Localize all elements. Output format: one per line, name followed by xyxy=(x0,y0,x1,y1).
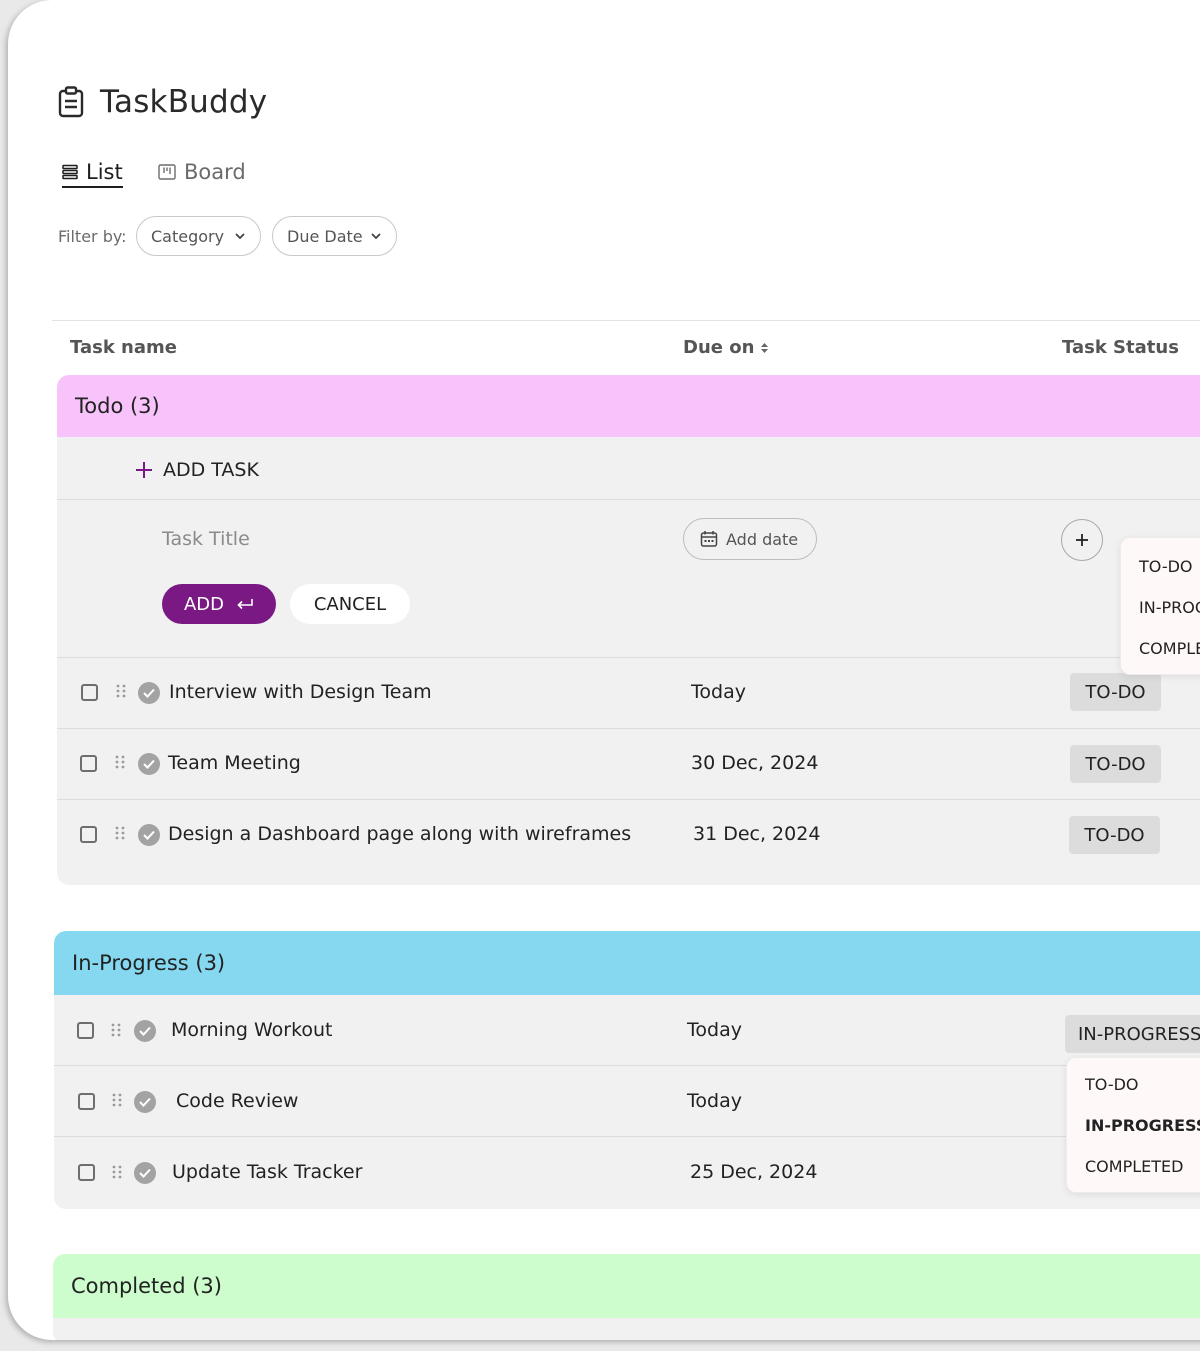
filter-label: Filter by: xyxy=(58,227,127,246)
add-date-button[interactable]: Add date xyxy=(683,518,817,560)
add-button[interactable]: ADD xyxy=(162,584,276,624)
status-dropdown-menu: TO-DO IN-PROGRESS COMPLETED xyxy=(1066,1057,1200,1193)
todo-section-title: Todo (3) xyxy=(75,394,160,418)
in-progress-section-title: In-Progress (3) xyxy=(72,951,226,975)
row-checkbox[interactable] xyxy=(77,1022,94,1039)
status-badge[interactable]: IN-PROGRESS xyxy=(1065,1015,1200,1053)
task-due-date: 31 Dec, 2024 xyxy=(693,823,821,845)
app-window: TaskBuddy List Board Filter by: Category… xyxy=(8,0,1200,1340)
plus-icon xyxy=(136,462,152,478)
status-option-completed[interactable]: COMPLET xyxy=(1139,639,1200,658)
task-name: Morning Workout xyxy=(171,1019,333,1041)
task-name: Team Meeting xyxy=(168,752,301,774)
drag-handle-icon[interactable] xyxy=(110,1022,122,1038)
task-name: Code Review xyxy=(176,1090,299,1112)
in-progress-section-header[interactable]: In-Progress (3) xyxy=(54,931,1200,995)
status-option-completed[interactable]: COMPLETED xyxy=(1085,1157,1183,1176)
task-due-date: Today xyxy=(687,1090,742,1112)
clipboard-icon xyxy=(58,86,84,118)
status-dropdown-menu: TO-DO IN-PROG COMPLET xyxy=(1120,537,1200,675)
tab-list-label: List xyxy=(86,160,123,184)
drag-handle-icon[interactable] xyxy=(114,754,126,770)
app-title: TaskBuddy xyxy=(100,84,268,120)
divider xyxy=(57,499,1200,500)
row-checkbox[interactable] xyxy=(81,684,98,701)
task-due-date: 30 Dec, 2024 xyxy=(691,752,819,774)
task-due-date: Today xyxy=(687,1019,742,1041)
row-checkbox[interactable] xyxy=(80,826,97,843)
check-circle-icon[interactable] xyxy=(138,824,160,846)
board-icon xyxy=(158,164,176,180)
chevron-down-icon xyxy=(371,233,381,240)
table-row[interactable]: Interview with Design Team Today TO-DO xyxy=(57,658,1200,728)
status-option-todo[interactable]: TO-DO xyxy=(1085,1075,1139,1094)
status-option-todo[interactable]: TO-DO xyxy=(1139,557,1193,576)
table-row[interactable]: Morning Workout Today IN-PROGRESS xyxy=(54,995,1200,1065)
add-task-button[interactable]: ADD TASK xyxy=(135,459,259,481)
column-task-status: Task Status xyxy=(1062,337,1179,358)
column-due-on[interactable]: Due on xyxy=(683,337,769,358)
row-checkbox[interactable] xyxy=(78,1164,95,1181)
column-due-on-label: Due on xyxy=(683,337,755,358)
task-title-input[interactable]: Task Title xyxy=(162,528,250,550)
cancel-button[interactable]: CANCEL xyxy=(290,584,410,624)
task-name: Interview with Design Team xyxy=(169,681,432,703)
drag-handle-icon[interactable] xyxy=(111,1092,123,1108)
task-due-date: 25 Dec, 2024 xyxy=(690,1161,818,1183)
header-divider xyxy=(52,320,1200,321)
category-filter-label: Category xyxy=(151,226,225,246)
chevron-down-icon xyxy=(235,233,245,240)
table-row[interactable]: Team Meeting 30 Dec, 2024 TO-DO xyxy=(57,728,1200,799)
table-row[interactable]: Design a Dashboard page along with wiref… xyxy=(57,799,1200,870)
list-icon xyxy=(62,164,78,180)
task-name: Update Task Tracker xyxy=(172,1161,363,1183)
enter-icon xyxy=(237,599,253,610)
column-task-name: Task name xyxy=(70,337,177,358)
completed-section-title: Completed (3) xyxy=(71,1274,222,1298)
row-checkbox[interactable] xyxy=(80,755,97,772)
add-date-label: Add date xyxy=(726,529,799,549)
table-row[interactable]: Update Task Tracker 25 Dec, 2024 xyxy=(54,1136,1200,1207)
drag-handle-icon[interactable] xyxy=(114,825,126,841)
check-circle-icon[interactable] xyxy=(138,753,160,775)
sort-icon xyxy=(761,342,769,353)
due-date-filter-label: Due Date xyxy=(287,226,363,246)
drag-handle-icon[interactable] xyxy=(111,1164,123,1180)
in-progress-section: In-Progress (3) Morning Workout Today IN… xyxy=(54,931,1200,1209)
status-option-in-progress[interactable]: IN-PROG xyxy=(1139,598,1200,617)
check-circle-icon[interactable] xyxy=(138,682,160,704)
tab-list[interactable]: List xyxy=(62,160,123,188)
plus-icon xyxy=(1076,534,1088,546)
table-row[interactable]: Code Review Today xyxy=(54,1065,1200,1136)
row-checkbox[interactable] xyxy=(78,1093,95,1110)
completed-section-header[interactable]: Completed (3) xyxy=(53,1254,1200,1318)
tab-board[interactable]: Board xyxy=(158,160,246,184)
add-task-label: ADD TASK xyxy=(163,459,259,481)
calendar-icon xyxy=(700,531,718,547)
task-name: Design a Dashboard page along with wiref… xyxy=(168,823,632,845)
check-circle-icon[interactable] xyxy=(134,1091,156,1113)
due-date-filter[interactable]: Due Date xyxy=(272,216,397,256)
todo-section-header[interactable]: Todo (3) xyxy=(57,375,1200,437)
category-filter[interactable]: Category xyxy=(136,216,261,256)
tab-board-label: Board xyxy=(184,160,246,184)
status-badge[interactable]: TO-DO xyxy=(1070,745,1161,783)
status-badge[interactable]: TO-DO xyxy=(1069,816,1160,854)
todo-section: Todo (3) ADD TASK Task Title Add date AD… xyxy=(57,375,1200,885)
check-circle-icon[interactable] xyxy=(134,1020,156,1042)
status-option-in-progress[interactable]: IN-PROGRESS xyxy=(1085,1116,1200,1135)
check-circle-icon[interactable] xyxy=(134,1162,156,1184)
status-badge[interactable]: TO-DO xyxy=(1070,673,1161,711)
completed-section: Completed (3) xyxy=(53,1254,1200,1340)
add-status-button[interactable] xyxy=(1061,519,1103,561)
task-due-date: Today xyxy=(691,681,746,703)
drag-handle-icon[interactable] xyxy=(115,683,127,699)
add-button-label: ADD xyxy=(183,593,225,615)
